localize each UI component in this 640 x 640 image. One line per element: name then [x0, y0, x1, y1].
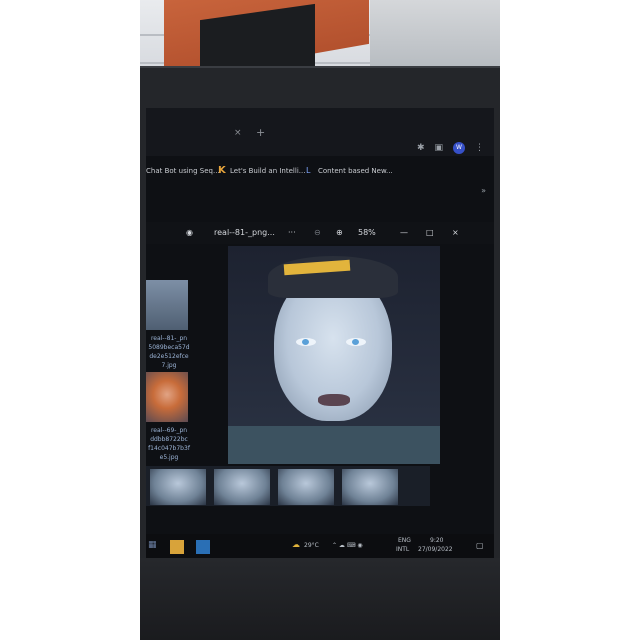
bookmark-intelli[interactable]: Let's Build an Intelli...	[230, 167, 305, 175]
zoom-out-icon[interactable]: ⊖	[314, 228, 321, 237]
zoom-in-icon[interactable]: ⊕	[336, 228, 343, 237]
extensions-icon[interactable]: ✱	[417, 143, 425, 153]
close-button[interactable]: ×	[452, 228, 459, 237]
bookmarks-bar: Chat Bot using Seq... K Let's Build an I…	[146, 163, 494, 181]
browser-extensions: ✱ ▣ W ⋮	[417, 142, 484, 154]
monitor-bezel-bottom	[140, 558, 500, 640]
thumbnail-man[interactable]	[146, 280, 188, 330]
bookmark-content[interactable]: Content based New...	[318, 167, 393, 175]
main-photo	[228, 246, 440, 464]
new-tab-icon[interactable]: +	[256, 126, 265, 139]
maximize-button[interactable]: □	[426, 228, 434, 237]
photo-viewer-toolbar: ◉ real--81-_png... ··· ⊖ ⊕ 58% — □ ×	[146, 222, 494, 244]
menu-dots-icon[interactable]: ⋮	[475, 143, 484, 153]
film-frame[interactable]	[214, 469, 270, 505]
clock-date: 27/09/2022	[418, 546, 453, 553]
tray-icons[interactable]: ⌃ ☁ ⌨ ◉	[332, 542, 363, 549]
zoom-level: 58%	[358, 228, 376, 237]
browser-tabbar: × + ✱ ▣ W ⋮	[146, 108, 494, 156]
shirt	[228, 426, 440, 464]
viewer-filename: real--81-_png...	[214, 228, 275, 237]
film-frame[interactable]	[150, 469, 206, 505]
viewer-app-icon: ◉	[186, 228, 193, 237]
left-eye	[296, 338, 316, 346]
minimize-button[interactable]: —	[400, 228, 408, 237]
language-indicator[interactable]: ENG	[398, 537, 411, 544]
bookmark-l-icon: L	[306, 166, 311, 175]
viewer-more-button[interactable]: ···	[288, 228, 296, 237]
bookmarks-more-icon[interactable]: »	[481, 186, 486, 195]
sidebar-icon[interactable]: ▣	[434, 143, 443, 153]
weather-temperature: 29°C	[304, 542, 319, 549]
thumbnail-caption: real--69-_pn ddbb8722bc f14c047b7b3f e5.…	[148, 427, 190, 461]
clock-time[interactable]: 9:20	[430, 537, 443, 544]
notification-icon[interactable]: ▢	[476, 541, 484, 550]
tab-close-icon[interactable]: ×	[234, 128, 242, 138]
monitor-screen: × + ✱ ▣ W ⋮ Chat Bot using Seq... K Let'…	[146, 108, 494, 560]
film-frame[interactable]	[278, 469, 334, 505]
start-icon[interactable]: ▦	[148, 540, 162, 554]
weather-icon: ☁	[292, 540, 300, 549]
windows-taskbar: ▦ ☁ 29°C ⌃ ☁ ⌨ ◉ ENG INTL 9:20 27/09/202…	[146, 534, 494, 560]
taskbar-photos-icon[interactable]	[196, 540, 210, 554]
office-wall	[370, 0, 500, 70]
profile-avatar[interactable]: W	[453, 142, 465, 154]
photo-scene: × + ✱ ▣ W ⋮ Chat Bot using Seq... K Let'…	[140, 0, 500, 640]
film-frame[interactable]	[342, 469, 398, 505]
taskbar-app-icon[interactable]	[170, 540, 184, 554]
thumbnail-caption: real--81-_pn 5089beca57d de2e512efce 7.j…	[148, 335, 190, 369]
bookmark-k-icon: K	[218, 165, 226, 176]
language-layout: INTL	[396, 546, 410, 553]
mouth	[318, 394, 350, 406]
thumbnail-woman[interactable]	[146, 372, 188, 422]
bookmark-chat-bot[interactable]: Chat Bot using Seq...	[146, 167, 220, 175]
filmstrip	[146, 466, 430, 506]
right-eye	[346, 338, 366, 346]
